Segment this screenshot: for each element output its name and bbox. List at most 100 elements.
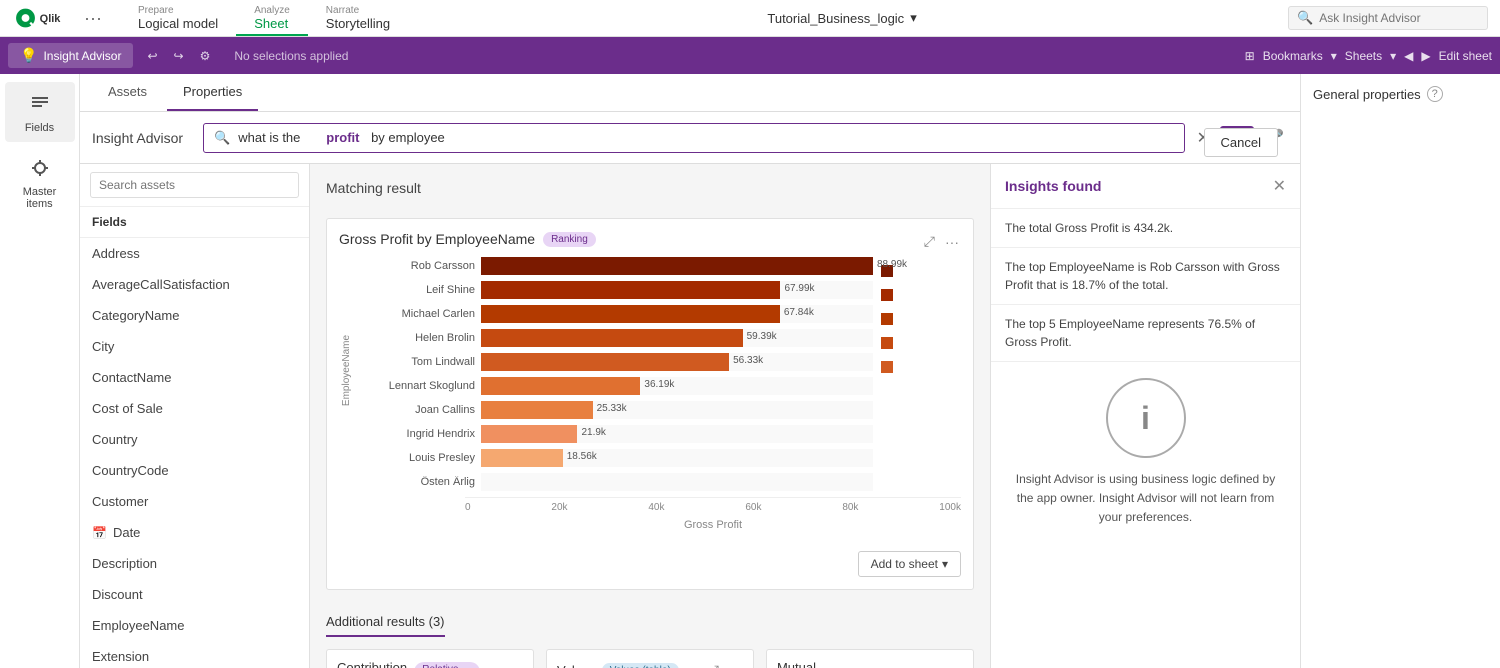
sheets-btn[interactable]: Sheets bbox=[1345, 49, 1382, 63]
field-item-discount[interactable]: Discount bbox=[80, 579, 309, 610]
main-chart-card: Gross Profit by EmployeeName Ranking ⤢ ·… bbox=[326, 218, 974, 590]
tab-properties[interactable]: Properties bbox=[167, 74, 258, 111]
add-to-sheet-button[interactable]: Add to sheet ▾ bbox=[858, 551, 961, 577]
search-icon: 🔍 bbox=[214, 130, 230, 146]
search-icon: 🔍 bbox=[1297, 10, 1313, 26]
bar-label: Tom Lindwall bbox=[355, 356, 475, 368]
additional-results-section: Additional results (3) Contribution of E… bbox=[326, 614, 974, 668]
bookmarks-btn[interactable]: Bookmarks bbox=[1263, 49, 1323, 63]
grid-icon[interactable]: ⊞ bbox=[1245, 49, 1255, 63]
ask-insight-search[interactable]: 🔍 bbox=[1288, 6, 1488, 30]
next-sheet-icon[interactable]: ▶ bbox=[1421, 49, 1430, 63]
field-item-employee[interactable]: EmployeeName bbox=[80, 610, 309, 641]
insight-advisor-button[interactable]: 💡 Insight Advisor bbox=[8, 43, 133, 68]
more-contribution-button[interactable]: ··· bbox=[505, 665, 523, 668]
sidebar-item-master[interactable]: Master items bbox=[5, 146, 75, 218]
field-item-contact[interactable]: ContactName bbox=[80, 362, 309, 393]
mini-card-actions: ⤢ ··· bbox=[486, 665, 523, 668]
field-name: Discount bbox=[92, 587, 143, 602]
ia-search-field[interactable] bbox=[238, 130, 318, 145]
fields-section-label: Fields bbox=[80, 207, 309, 238]
ask-insight-input[interactable] bbox=[1319, 11, 1479, 25]
bar-label: Helen Brolin bbox=[355, 332, 475, 344]
chart-card-header: Gross Profit by EmployeeName Ranking ⤢ ·… bbox=[339, 231, 961, 247]
field-item-description[interactable]: Description bbox=[80, 548, 309, 579]
y-axis-label: EmployeeName bbox=[341, 335, 352, 406]
field-item-extension[interactable]: Extension bbox=[80, 641, 309, 668]
values-title: Values bbox=[557, 663, 596, 668]
expand-contribution-button[interactable]: ⤢ bbox=[486, 665, 501, 668]
nav-prepare[interactable]: Prepare Logical model bbox=[120, 0, 236, 36]
undo-icon[interactable]: ↩ bbox=[143, 45, 161, 67]
field-item-date[interactable]: 📅 Date bbox=[80, 517, 309, 548]
bar-row: Lennart Skoglund36.19k bbox=[355, 377, 873, 395]
chart-more-button[interactable]: ··· bbox=[943, 232, 961, 252]
cancel-button[interactable]: Cancel bbox=[1204, 128, 1278, 157]
sheets-chevron-icon[interactable]: ▾ bbox=[1390, 49, 1396, 63]
narrate-label: Narrate bbox=[326, 5, 390, 16]
svg-text:Qlik: Qlik bbox=[40, 13, 62, 25]
field-item-address[interactable]: Address bbox=[80, 238, 309, 269]
fields-search-input[interactable] bbox=[90, 172, 299, 198]
ia-info-section: i Insight Advisor is using business logi… bbox=[991, 362, 1300, 544]
selections-icon[interactable]: ⚙ bbox=[196, 45, 215, 67]
x-axis-tick: 80k bbox=[842, 502, 858, 513]
bar-fill bbox=[481, 329, 743, 347]
bar-fill bbox=[481, 449, 563, 467]
ia-highlight-profit: profit bbox=[326, 130, 359, 145]
bar-fill bbox=[481, 353, 729, 371]
bar-fill bbox=[481, 281, 780, 299]
field-name: Extension bbox=[92, 649, 149, 664]
app-title[interactable]: Tutorial_Business_logic ▾ bbox=[767, 10, 916, 26]
mini-card-contribution: Contribution of Employ... Relative impor… bbox=[326, 649, 534, 668]
field-item-cost-of-sale[interactable]: Cost of Sale bbox=[80, 393, 309, 424]
field-item-country-code[interactable]: CountryCode bbox=[80, 455, 309, 486]
logo-area: Qlik ··· bbox=[0, 0, 120, 36]
field-item-city[interactable]: City bbox=[80, 331, 309, 362]
field-name: AverageCallSatisfaction bbox=[92, 277, 230, 292]
sidebar-item-fields[interactable]: Fields bbox=[5, 82, 75, 142]
field-name: EmployeeName bbox=[92, 618, 185, 633]
bar-container: 25.33k bbox=[481, 401, 873, 419]
gen-props-title: General properties ? bbox=[1313, 86, 1488, 102]
expand-chart-button[interactable]: ⤢ bbox=[922, 231, 937, 252]
bar-row: Joan Callins25.33k bbox=[355, 401, 873, 419]
bar-fill bbox=[481, 401, 593, 419]
bar-row: Michael Carlen67.84k bbox=[355, 305, 873, 323]
close-insights-button[interactable]: ✕ bbox=[1273, 176, 1286, 196]
bar-label: Rob Carsson bbox=[355, 260, 475, 272]
help-icon: ? bbox=[1427, 86, 1443, 102]
master-items-label: Master items bbox=[11, 186, 69, 210]
field-item-category[interactable]: CategoryName bbox=[80, 300, 309, 331]
field-item-avg-call[interactable]: AverageCallSatisfaction bbox=[80, 269, 309, 300]
mini-card-header: Values Values (table) ⤢ ··· bbox=[557, 660, 743, 668]
bookmarks-chevron-icon[interactable]: ▾ bbox=[1331, 49, 1337, 63]
nav-actions: ↩ ↪ ⚙ No selections applied bbox=[143, 45, 352, 67]
tab-assets[interactable]: Assets bbox=[92, 74, 163, 111]
bar-container: 21.9k bbox=[481, 425, 873, 443]
legend-square bbox=[881, 361, 893, 373]
ia-search-field-rest[interactable] bbox=[367, 130, 447, 145]
prepare-label: Prepare bbox=[138, 5, 218, 16]
nav-analyze[interactable]: Analyze Sheet bbox=[236, 0, 308, 36]
insights-title: Insights found bbox=[1005, 178, 1101, 194]
ia-info-icon: i bbox=[1106, 378, 1186, 458]
prev-sheet-icon[interactable]: ◀ bbox=[1404, 49, 1413, 63]
edit-sheet-btn[interactable]: Edit sheet bbox=[1439, 49, 1492, 63]
bar-label: Leif Shine bbox=[355, 284, 475, 296]
more-values-button[interactable]: ··· bbox=[725, 660, 743, 668]
bar-value-label: 59.39k bbox=[747, 331, 777, 342]
redo-icon[interactable]: ↪ bbox=[170, 45, 188, 67]
qlik-logo: Qlik bbox=[12, 7, 72, 29]
bar-label: Lennart Skoglund bbox=[355, 380, 475, 392]
insight-advisor-icon: 💡 bbox=[20, 47, 37, 64]
nav-narrate[interactable]: Narrate Storytelling bbox=[308, 0, 408, 36]
field-item-country[interactable]: Country bbox=[80, 424, 309, 455]
fields-label: Fields bbox=[25, 122, 54, 134]
field-item-customer[interactable]: Customer bbox=[80, 486, 309, 517]
bar-label: Michael Carlen bbox=[355, 308, 475, 320]
expand-values-button[interactable]: ⤢ bbox=[706, 660, 721, 668]
insight-text-0: The total Gross Profit is 434.2k. bbox=[1005, 221, 1173, 235]
ia-search-input-box[interactable]: 🔍 profit bbox=[203, 123, 1185, 153]
more-options-icon[interactable]: ··· bbox=[78, 8, 108, 29]
